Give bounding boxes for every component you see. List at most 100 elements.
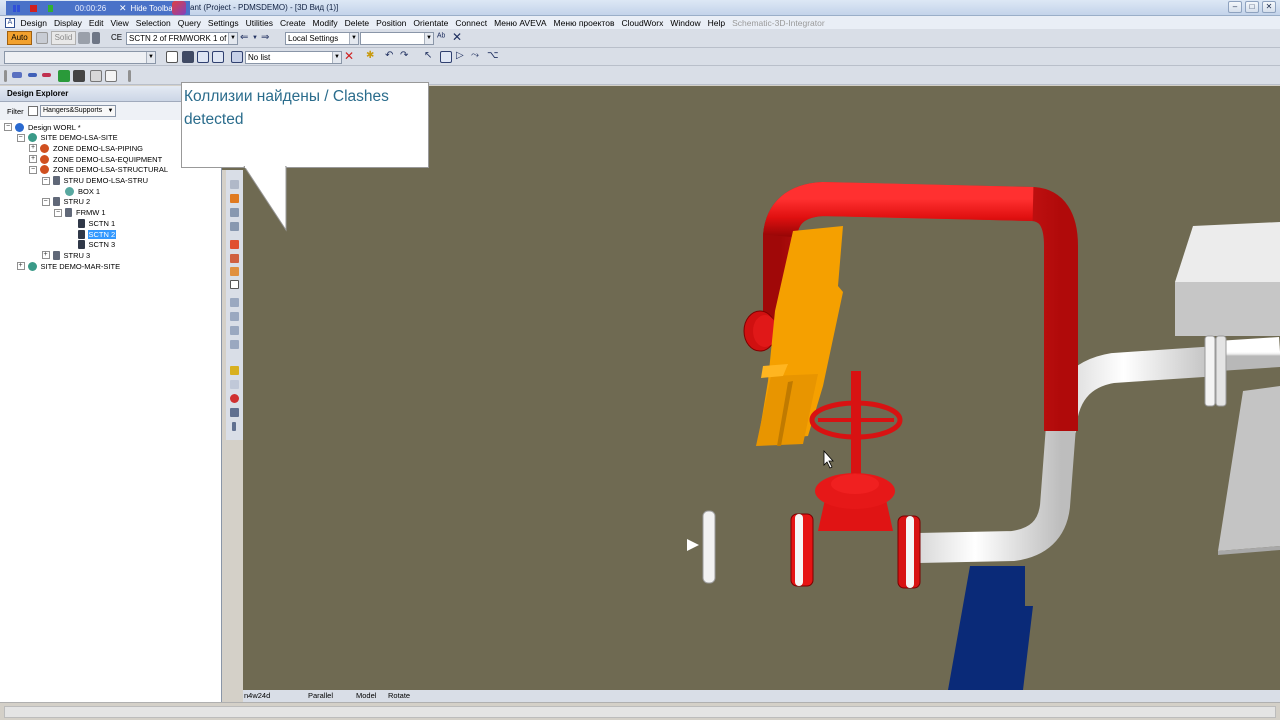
tree-node[interactable]: − SITE DEMO-LSA-SITE <box>16 133 119 143</box>
3d-viewport[interactable] <box>243 86 1280 690</box>
chevron-down-icon[interactable]: ▼ <box>252 32 258 44</box>
close-icon[interactable]: ✕ <box>452 31 462 43</box>
menu-edit[interactable]: Edit <box>85 18 107 28</box>
command-input[interactable] <box>4 706 1276 718</box>
refresh-icon[interactable] <box>90 70 102 82</box>
status-mode[interactable]: Model <box>356 691 376 700</box>
plan-icon[interactable] <box>230 312 239 321</box>
expander-icon[interactable]: + <box>29 144 37 153</box>
play-icon[interactable]: ▷ <box>456 50 464 62</box>
menu-help[interactable]: Help <box>704 18 728 28</box>
minus-icon[interactable] <box>28 73 37 77</box>
grid-icon[interactable] <box>73 70 85 82</box>
tree-node[interactable]: − ZONE DEMO-LSA-STRUCTURAL <box>29 165 169 175</box>
lock-icon[interactable] <box>92 32 100 44</box>
filter-checkbox[interactable] <box>28 106 38 116</box>
explode-icon[interactable]: ✱ <box>366 50 374 62</box>
menu-position[interactable]: Position <box>373 18 410 28</box>
menu-design[interactable]: Design <box>17 18 50 28</box>
menu-display[interactable]: Display <box>50 18 85 28</box>
tree-node[interactable]: + STRU 3 <box>41 250 92 260</box>
camera-icon[interactable] <box>230 380 239 389</box>
elevation-icon[interactable] <box>230 298 239 307</box>
clipboard-icon[interactable] <box>440 51 452 63</box>
expander-icon[interactable]: − <box>41 176 50 185</box>
close-icon[interactable]: ✕ <box>119 3 127 14</box>
menu-aveva[interactable]: Меню AVEVA <box>491 18 550 28</box>
menu-utilities[interactable]: Utilities <box>242 18 276 28</box>
menu-cloudworx[interactable]: CloudWorx <box>618 18 667 28</box>
expander-icon[interactable]: − <box>29 165 37 174</box>
expander-icon[interactable]: − <box>16 133 25 142</box>
menu-selection[interactable]: Selection <box>132 18 174 28</box>
pan-icon[interactable] <box>230 208 239 217</box>
walk-icon[interactable] <box>230 222 239 231</box>
tree-node[interactable]: + SITE DEMO-MAR-SITE <box>16 261 122 271</box>
history-combo[interactable]: ▼ <box>4 51 156 64</box>
remove-icon[interactable] <box>42 73 51 77</box>
settings-combo[interactable]: Local Settings ▼ <box>285 32 359 45</box>
tree-node[interactable]: − Design WORL * <box>4 122 82 132</box>
menu-window[interactable]: Window <box>667 18 704 28</box>
filter-combo[interactable]: Hangers&Supports ▼ <box>40 105 116 117</box>
hide-toolbar-button[interactable]: Hide Toolbar <box>131 4 176 13</box>
expander-icon[interactable]: − <box>4 123 12 131</box>
light-icon[interactable] <box>230 366 239 375</box>
menu-modify[interactable]: Modify <box>309 18 341 28</box>
tree-node[interactable]: + ZONE DEMO-LSA-PIPING <box>29 143 144 153</box>
maximize-button[interactable]: □ <box>1245 1 1259 13</box>
tree-node[interactable]: − FRMW 1 <box>54 208 107 218</box>
clash-icon[interactable] <box>230 240 239 249</box>
tool-icon[interactable] <box>230 408 239 417</box>
copy-icon[interactable] <box>166 51 178 63</box>
view-zoom-icon[interactable] <box>212 51 224 63</box>
pointer-icon[interactable]: ↖ <box>424 50 432 62</box>
close-button[interactable]: ✕ <box>1262 1 1276 13</box>
rotate-icon[interactable] <box>230 194 239 203</box>
tree-node[interactable]: + ZONE DEMO-LSA-EQUIPMENT <box>29 154 163 164</box>
iso-icon[interactable] <box>230 326 239 335</box>
record-button[interactable] <box>43 2 57 14</box>
wireframe-icon[interactable] <box>36 32 48 44</box>
menu-delete[interactable]: Delete <box>341 18 373 28</box>
status-projection[interactable]: Parallel <box>308 691 333 700</box>
section-icon[interactable] <box>230 267 239 276</box>
pause-button[interactable] <box>9 2 23 14</box>
forward-arrow-icon[interactable]: ⇒ <box>261 32 269 44</box>
solid-button[interactable]: Solid <box>51 31 76 45</box>
tree-node[interactable]: SCTN 2 <box>67 229 117 239</box>
menu-view[interactable]: View <box>107 18 132 28</box>
pin-icon[interactable] <box>232 422 236 431</box>
tree-node[interactable]: − STRU DEMO-LSA-STRU <box>41 176 150 186</box>
expander-icon[interactable]: − <box>54 208 62 217</box>
view-direction-icon[interactable] <box>230 340 239 349</box>
bar-icon[interactable] <box>12 72 22 78</box>
measure-icon[interactable] <box>230 254 239 263</box>
list-icon[interactable] <box>231 51 243 63</box>
excel-icon[interactable] <box>58 70 70 82</box>
back-arrow-icon[interactable]: ⇐ <box>240 32 248 44</box>
tree-node[interactable]: BOX 1 <box>54 186 101 196</box>
expander-icon[interactable]: + <box>16 262 25 271</box>
menu-query[interactable]: Query <box>174 18 204 28</box>
marker-icon[interactable] <box>230 394 239 403</box>
undo-icon[interactable]: ↶ <box>385 50 393 62</box>
view-icon[interactable] <box>197 51 209 63</box>
save-icon[interactable] <box>182 51 194 63</box>
expander-icon[interactable]: + <box>41 251 50 260</box>
menu-orientate[interactable]: Orientate <box>410 18 452 28</box>
report-icon[interactable] <box>105 70 117 82</box>
menu-settings[interactable]: Settings <box>204 18 242 28</box>
find-icon[interactable]: ᴬᵇ <box>437 32 445 44</box>
delete-icon[interactable]: ✕ <box>344 50 354 62</box>
menu-projects[interactable]: Меню проектов <box>550 18 618 28</box>
expander-icon[interactable]: − <box>41 197 50 206</box>
shaded-icon[interactable] <box>78 32 90 44</box>
filter-combo-empty[interactable]: ▼ <box>360 32 434 45</box>
minimize-button[interactable]: – <box>1228 1 1242 13</box>
current-element-combo[interactable]: SCTN 2 of FRMWORK 1 of S' ▼ <box>126 32 238 45</box>
redo-icon[interactable]: ↷ <box>400 50 408 62</box>
menu-create[interactable]: Create <box>277 18 310 28</box>
route-icon[interactable]: ⌥ <box>487 50 499 62</box>
auto-button[interactable]: Auto <box>7 31 32 45</box>
